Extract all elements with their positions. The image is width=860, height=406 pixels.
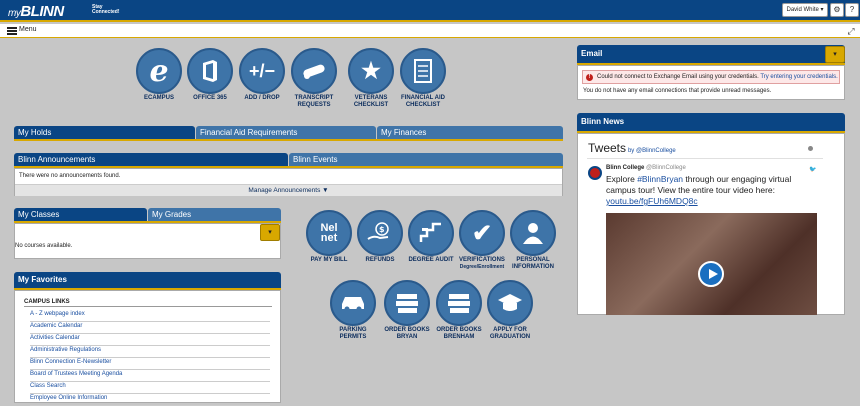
apply-for-graduation-link[interactable]: APPLY FOR GRADUATION [484, 280, 536, 340]
hamburger-icon[interactable] [7, 27, 17, 35]
ecampus-icon: e [136, 48, 182, 94]
manage-announcements-button[interactable]: Manage Announcements ▼ [15, 184, 562, 196]
myblinn-logo[interactable]: myBLINN [8, 3, 64, 20]
graduation-cap-icon [487, 280, 533, 326]
tab-my-grades[interactable]: My Grades [148, 208, 281, 221]
tab-financial-aid-requirements[interactable]: Financial Aid Requirements [196, 126, 376, 139]
email-header: Email [577, 45, 845, 63]
campus-links-title: CAMPUS LINKS [24, 299, 70, 305]
play-icon[interactable] [698, 261, 724, 287]
error-icon: ! [586, 74, 593, 81]
books-icon [384, 280, 430, 326]
tweets-title: Tweets by @BlinnCollege [588, 141, 676, 155]
order-books-brenham-link[interactable]: ORDER BOOKS BRENHAM [433, 280, 485, 340]
degree-audit-link[interactable]: DEGREE AUDIT [405, 210, 457, 264]
verification-icon: ✔ [459, 210, 505, 256]
books-icon [436, 280, 482, 326]
personal-information-link[interactable]: PERSONAL INFORMATION [507, 210, 559, 270]
car-icon [330, 280, 376, 326]
veterans-checklist-link[interactable]: ★ VETERANS CHECKLIST [345, 48, 397, 108]
pay-my-bill-link[interactable]: Nel net PAY MY BILL [303, 210, 355, 264]
menu-bar: Menu [0, 24, 860, 38]
financial-aid-checklist-link[interactable]: FINANCIAL AID CHECKLIST [397, 48, 449, 108]
favorites-header: My Favorites [14, 272, 281, 288]
verifications-link[interactable]: ✔ VERIFICATIONS Degree/Enrollment [456, 210, 508, 270]
tagline: Stay Connected! [92, 4, 120, 15]
top-bar: myBLINN Stay Connected! David White ▾ ⚙ ? [0, 0, 860, 22]
tab-my-classes[interactable]: My Classes [14, 208, 147, 221]
favorite-link[interactable]: Academic Calendar [30, 323, 270, 334]
tab-my-holds[interactable]: My Holds [14, 126, 195, 139]
favorite-link[interactable]: Administrative Regulations [30, 347, 270, 358]
favorite-link[interactable]: Activities Calendar [30, 335, 270, 346]
diploma-icon [291, 48, 337, 94]
announcements-empty-text: There were no announcements found. [19, 173, 121, 179]
tweet-text: Explore #BlinnBryan through our engaging… [606, 174, 792, 206]
email-dropdown-button[interactable]: ▾ [825, 46, 845, 63]
add-drop-icon: +/− [239, 48, 285, 94]
degree-audit-icon [408, 210, 454, 256]
hashtag-link[interactable]: #BlinnBryan [637, 174, 683, 184]
classes-panel: No courses available. [14, 223, 281, 259]
transcript-requests-link[interactable]: TRANSCRIPT REQUESTS [288, 48, 340, 108]
favorite-link[interactable]: Blinn Connection E-Newsletter [30, 359, 270, 370]
classes-dropdown-button[interactable]: ▾ [260, 224, 280, 241]
favorite-link[interactable]: Class Search [30, 383, 270, 394]
expand-icon[interactable]: ⤢ [845, 25, 857, 37]
parking-permits-link[interactable]: PARKING PERMITS [327, 280, 379, 340]
email-info-text: You do not have any email connections th… [583, 88, 772, 94]
favorite-link[interactable]: Board of Trustees Meeting Agenda [30, 371, 270, 382]
star-icon: ★ [348, 48, 394, 94]
tweet-author[interactable]: Blinn College @BlinnCollege [606, 165, 686, 171]
ecampus-link[interactable]: e eCAMPUS [133, 48, 185, 102]
tab-blinn-events[interactable]: Blinn Events [289, 153, 563, 166]
favorite-link[interactable]: A - Z webpage index [30, 311, 270, 322]
tweet-video-thumbnail[interactable] [606, 213, 817, 315]
menu-label[interactable]: Menu [19, 26, 37, 33]
order-books-bryan-link[interactable]: ORDER BOOKS BRYAN [381, 280, 433, 340]
tab-underline [14, 139, 563, 141]
refunds-link[interactable]: $ REFUNDS [354, 210, 406, 264]
enter-credentials-link[interactable]: Try entering your credentials. [760, 74, 837, 80]
tweet-video-link[interactable]: youtu.be/fgFUh6MDQ8c [606, 196, 698, 206]
office365-link[interactable]: OFFICE 365 [184, 48, 236, 102]
divider [24, 306, 272, 307]
classes-empty-text: No courses available. [15, 243, 73, 249]
avatar[interactable] [588, 166, 602, 180]
divider [587, 158, 823, 159]
user-menu-button[interactable]: David White ▾ [782, 3, 828, 17]
person-icon [510, 210, 556, 256]
help-icon[interactable]: ? [845, 3, 859, 17]
email-error-message: ! Could not connect to Exchange Email us… [582, 70, 840, 84]
blinn-news-header: Blinn News [577, 113, 845, 131]
tab-my-finances[interactable]: My Finances [377, 126, 563, 139]
favorite-link[interactable]: Employee Online Information [30, 395, 270, 406]
info-icon[interactable] [808, 146, 813, 151]
announcements-panel: There were no announcements found. Manag… [14, 168, 563, 196]
twitter-bird-icon[interactable]: 🐦 [809, 166, 816, 173]
svg-text:$: $ [379, 225, 385, 234]
tab-blinn-announcements[interactable]: Blinn Announcements [14, 153, 288, 166]
add-drop-link[interactable]: +/− ADD / DROP [236, 48, 288, 102]
gear-icon[interactable]: ⚙ [830, 3, 844, 17]
refund-icon: $ [357, 210, 403, 256]
checklist-icon [400, 48, 446, 94]
office365-icon [187, 48, 233, 94]
nelnet-icon: Nel net [306, 210, 352, 256]
